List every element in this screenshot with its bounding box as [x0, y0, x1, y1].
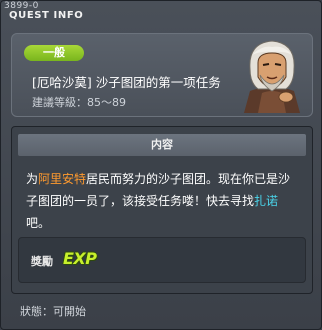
exp-reward-icon: EXP — [63, 249, 97, 268]
recommended-level: 建議等級：85～89 — [32, 96, 126, 109]
quest-type-badge: 一般 — [24, 45, 84, 61]
desc-text: 吧。 — [26, 216, 51, 230]
quest-name: [厄哈沙莫] 沙子图团的第一项任务 — [32, 75, 221, 90]
npc-portrait — [244, 40, 300, 113]
desc-text: 为 — [26, 172, 39, 186]
quest-info-window: 3899-0 QUEST INFO ✕ 一般 [厄哈沙莫] 沙子图团的第一项任务… — [0, 0, 322, 330]
content-header: 内容 — [18, 134, 306, 156]
quest-summary-panel: 一般 [厄哈沙莫] 沙子图团的第一项任务 建議等級：85～89 — [11, 33, 313, 117]
reward-label: 獎勵 — [31, 255, 53, 268]
quest-description: 为阿里安特居民而努力的沙子图团。现在你已是沙子图团的一员了，该接受任务喽！快去寻… — [26, 168, 302, 234]
reward-box: 獎勵 EXP — [18, 237, 306, 283]
desc-highlight-npc: 扎诺 — [254, 194, 279, 208]
quest-status: 狀態：可開始 — [20, 305, 86, 318]
window-title: QUEST INFO — [9, 10, 84, 21]
desc-highlight-location: 阿里安特 — [38, 172, 87, 186]
content-panel: 内容 为阿里安特居民而努力的沙子图团。现在你已是沙子图团的一员了，该接受任务喽！… — [11, 126, 313, 294]
